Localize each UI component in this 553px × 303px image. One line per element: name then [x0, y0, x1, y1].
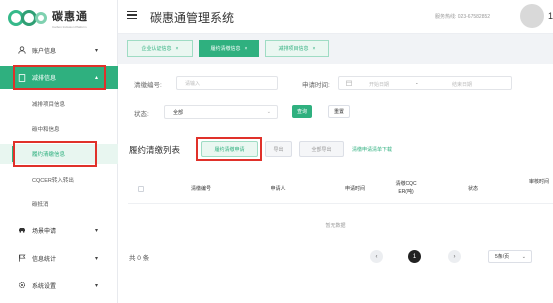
page-size-value: 5条/页 [495, 254, 510, 260]
menu-toggle-icon[interactable] [127, 11, 137, 19]
sidebar-item-label: 系统设置 [32, 283, 57, 290]
sidebar-subitem-neutral[interactable]: 碳中和信息 [0, 122, 118, 136]
tab-enterprise-auth[interactable]: 企业认证信息 × [127, 40, 193, 57]
page-size-select[interactable]: 5条/页 ⌄ [488, 250, 532, 263]
list-title: 履约清缴列表 [129, 145, 181, 155]
tab-label: 履约清缴信息 [210, 46, 241, 52]
sidebar-subitem-label: 碳抵消 [32, 202, 49, 208]
sidebar-subitem-label: 减排项目信息 [32, 102, 66, 108]
tab-compliance[interactable]: 履约清缴信息 × [199, 40, 259, 57]
sidebar-subitem-offset[interactable]: 碳抵消 [0, 197, 118, 211]
logo: 碳惠通 Carbon Inclusion Platform [8, 6, 88, 30]
sidebar-subitem-transfer[interactable]: CQCER转入转出 [0, 173, 118, 187]
next-page-button[interactable]: › [448, 250, 461, 263]
sidebar-item-scene[interactable]: 场景申请 ▾ [0, 222, 118, 238]
highlight-frame [196, 137, 262, 161]
prev-page-button[interactable]: ‹ [370, 250, 383, 263]
column-header: 审核时间 [528, 179, 549, 185]
logo-name: 碳惠通 [52, 10, 88, 23]
query-button[interactable]: 查询 [292, 105, 312, 118]
app: 碳惠通 Carbon Inclusion Platform 账户信息 ▾ 减排信… [0, 0, 553, 303]
sidebar: 碳惠通 Carbon Inclusion Platform 账户信息 ▾ 减排信… [0, 0, 118, 303]
close-icon[interactable]: × [176, 46, 179, 52]
select-all-checkbox[interactable] [138, 186, 144, 192]
template-download-link[interactable]: 清缴申请清单下载 [352, 146, 392, 153]
tab-bar: 企业认证信息 × 履约清缴信息 × 减排项目信息 × [118, 36, 553, 62]
status-label: 状态: [134, 111, 149, 118]
chevron-down-icon: ▾ [94, 47, 98, 54]
user-icon [18, 46, 26, 54]
sidebar-item-label: 账户信息 [32, 48, 57, 55]
end-date-input[interactable]: 结束日期 [452, 81, 472, 88]
date-separator: - [416, 81, 418, 87]
column-header: 状态 [467, 186, 478, 192]
column-header: 申请时间 [344, 186, 365, 192]
highlight-frame [13, 65, 106, 90]
sidebar-subitem-label: CQCER转入转出 [32, 178, 74, 184]
date-range-picker[interactable]: 开始日期 - 结束日期 [338, 76, 512, 90]
tab-label: 企业认证信息 [141, 46, 172, 52]
user-name[interactable]: 1 [548, 11, 553, 21]
gear-icon [18, 281, 26, 289]
code-input[interactable]: 请输入 [176, 76, 278, 90]
status-select-value: 全部 [173, 109, 184, 116]
chevron-down-icon: ▾ [94, 227, 98, 234]
tab-label: 减排项目信息 [278, 46, 309, 52]
close-icon[interactable]: × [245, 46, 248, 52]
total-count: 共 0 条 [129, 255, 150, 262]
sidebar-subitem-label: 碳中和信息 [32, 127, 60, 133]
chevron-down-icon: ▾ [94, 282, 98, 289]
top-header: 碳惠通管理系统 服务热线: 023-67582852 1 [118, 0, 553, 34]
highlight-frame [13, 141, 97, 167]
tab-reduction-projects[interactable]: 减排项目信息 × [265, 40, 329, 57]
chevron-down-icon: ⌄ [521, 253, 526, 260]
table-header: 清缴编号 申请人 申请时间 清缴CQC ER(吨) 状态 审核时间 [128, 174, 553, 204]
time-label: 申请时间: [302, 82, 330, 89]
sidebar-item-stats[interactable]: 信息统计 ▾ [0, 250, 118, 266]
close-icon[interactable]: × [313, 46, 316, 52]
service-hotline: 服务热线: 023-67582852 [435, 14, 491, 20]
avatar[interactable] [520, 4, 544, 28]
logo-subtitle: Carbon Inclusion Platform [52, 24, 87, 29]
column-header: 申请人 [270, 186, 286, 192]
column-header: 清缴编号 [190, 186, 211, 192]
flag-icon [18, 254, 26, 262]
reset-button[interactable]: 重置 [328, 105, 350, 118]
sidebar-item-label: 场景申请 [32, 228, 57, 235]
start-date-input[interactable]: 开始日期 [369, 81, 389, 88]
code-label: 清缴编号: [134, 82, 162, 89]
status-select[interactable]: 全部 ⌄ [164, 105, 278, 119]
sidebar-subitem-projects[interactable]: 减排项目信息 [0, 97, 118, 111]
export-all-button[interactable]: 全部导出 [299, 141, 344, 157]
chevron-down-icon: ⌄ [266, 109, 271, 115]
sidebar-item-account[interactable]: 账户信息 ▾ [0, 40, 118, 60]
empty-state: 暂无数据 [325, 223, 346, 229]
logo-mark-icon [8, 10, 47, 26]
export-button[interactable]: 导出 [265, 141, 292, 157]
car-icon [18, 226, 26, 234]
column-header: 清缴CQC ER(吨) [395, 181, 417, 195]
sidebar-item-label: 信息统计 [32, 256, 57, 263]
sidebar-item-settings[interactable]: 系统设置 ▾ [0, 277, 118, 293]
calendar-icon [346, 80, 352, 88]
chevron-down-icon: ▾ [94, 255, 98, 262]
main-content: 清缴编号: 请输入 申请时间: 开始日期 - 结束日期 状态: 全部 ⌄ 查询 … [118, 64, 553, 303]
page-title: 碳惠通管理系统 [150, 11, 235, 25]
current-page[interactable]: 1 [408, 250, 421, 263]
